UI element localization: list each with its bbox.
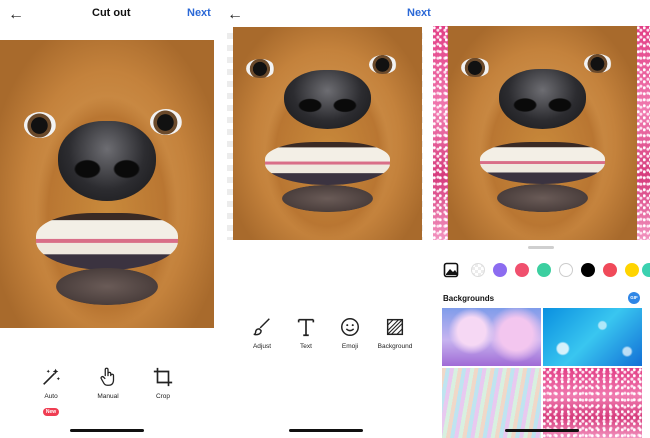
adjust-tool-label: Adjust (252, 343, 272, 350)
back-arrow-icon[interactable]: ← (227, 6, 243, 24)
auto-tool-button[interactable]: Auto New (36, 366, 66, 418)
backgrounds-heading: Backgrounds (443, 294, 495, 303)
manual-tool-button[interactable]: Manual (93, 366, 123, 400)
dog-right-eye (584, 53, 613, 74)
dog-nose (57, 120, 157, 202)
glitter-background-canvas (433, 26, 650, 240)
text-tool-label: Text (300, 343, 312, 350)
red-swatch[interactable] (603, 263, 617, 277)
dog-left-eye (461, 58, 490, 78)
manual-tool-label: Manual (97, 393, 119, 400)
crop-icon (153, 367, 173, 387)
white-swatch[interactable] (559, 263, 573, 277)
dog-right-eye (149, 109, 182, 136)
text-icon (297, 318, 315, 337)
dog-photo (0, 40, 214, 328)
transparent-swatch[interactable] (471, 263, 485, 277)
dog-chin (282, 184, 373, 213)
emoji-tool-button[interactable]: Emoji (335, 316, 365, 350)
crop-tool-button[interactable]: Crop (148, 366, 178, 400)
dog-left-eye (23, 112, 56, 138)
magic-wand-icon (43, 368, 60, 385)
background-tool-label: Background (377, 343, 413, 350)
background-tool-button[interactable]: Background (375, 316, 415, 350)
dog-left-eye (246, 58, 275, 79)
dog-cutout (233, 27, 422, 240)
dog-right-eye (369, 54, 398, 74)
dog-nose (284, 69, 371, 130)
thumbnail-blue-bokeh[interactable] (543, 308, 642, 366)
purple-swatch[interactable] (493, 263, 507, 277)
cutout-panel: ← Cut out Next Auto New Manual Crop (0, 0, 217, 438)
gif-badge[interactable]: GIF (628, 292, 640, 304)
thumbnail-cherry-blossom[interactable] (442, 308, 541, 366)
page-title: Cut out (92, 7, 131, 19)
brush-icon (253, 318, 270, 336)
home-indicator (289, 429, 363, 432)
thumbnail-pink-glitter[interactable] (543, 368, 642, 438)
auto-tool-label: Auto (44, 393, 58, 400)
edit-panel: ← Next Adjust Text Emoji Background (217, 0, 433, 438)
dog-chin (55, 267, 159, 305)
new-badge: New (42, 408, 60, 416)
next-button[interactable]: Next (407, 7, 431, 19)
coral-swatch[interactable] (515, 263, 529, 277)
transparent-canvas (227, 27, 423, 240)
black-swatch[interactable] (581, 263, 595, 277)
dog-mouth (36, 212, 178, 271)
crop-tool-label: Crop (155, 393, 171, 400)
background-picker-panel: Backgrounds GIF (433, 0, 650, 438)
image-picker-icon[interactable] (443, 262, 459, 278)
adjust-tool-button[interactable]: Adjust (247, 316, 277, 350)
teal-swatch[interactable] (537, 263, 551, 277)
dog-nose (499, 68, 586, 129)
home-indicator (70, 429, 144, 432)
next-button[interactable]: Next (187, 7, 211, 19)
dog-mouth (480, 141, 605, 185)
emoji-tool-label: Emoji (341, 343, 359, 350)
dog-mouth (265, 142, 390, 185)
smiley-icon (341, 318, 359, 336)
sheet-handle[interactable] (528, 246, 554, 249)
yellow-swatch[interactable] (625, 263, 639, 277)
hand-pointer-icon (100, 367, 115, 386)
mint-swatch[interactable] (642, 263, 650, 277)
dog-cutout (448, 26, 637, 240)
back-arrow-icon[interactable]: ← (8, 6, 24, 24)
home-indicator (505, 429, 579, 432)
text-tool-button[interactable]: Text (291, 316, 321, 350)
thumbnail-holographic-rays[interactable] (442, 368, 541, 438)
dog-chin (497, 184, 588, 213)
background-pattern-icon (386, 318, 404, 336)
